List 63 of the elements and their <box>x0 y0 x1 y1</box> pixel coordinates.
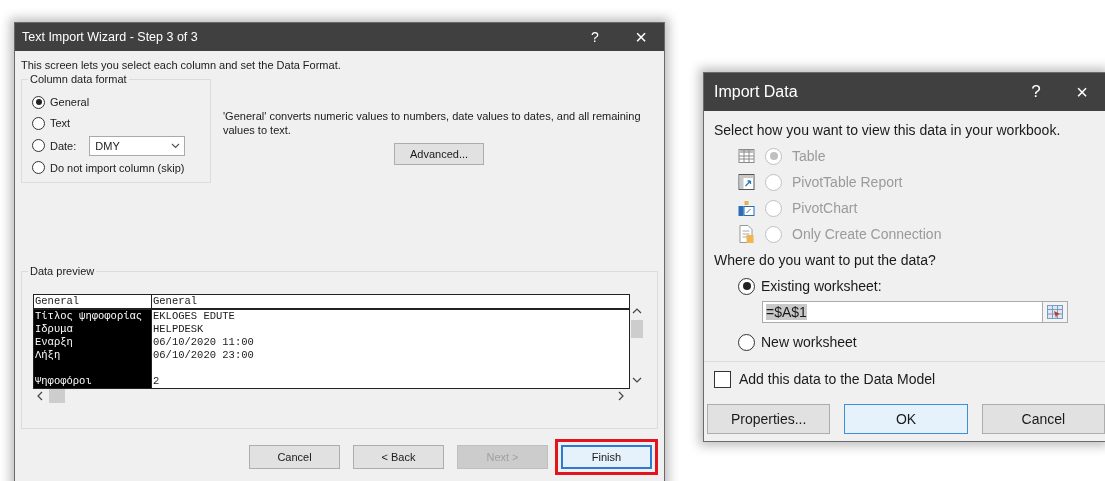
scroll-thumb[interactable] <box>631 320 643 338</box>
radio-label: PivotTable Report <box>792 174 903 190</box>
radio-label: Existing worksheet: <box>761 278 882 294</box>
dialog-button[interactable]: Cancel <box>249 445 340 469</box>
radio-label: Table <box>792 148 826 164</box>
table-icon <box>738 149 755 163</box>
radio-button[interactable] <box>738 277 755 295</box>
radio-label: New worksheet <box>761 334 857 350</box>
column-header[interactable]: General <box>34 295 152 308</box>
table-cell: Ιδρυμα <box>34 323 152 336</box>
table-cell: Λήξη <box>34 349 152 362</box>
radio-label: Date: <box>50 139 77 152</box>
table-cell-text: 06/10/2020 23:00 <box>152 349 255 362</box>
radio-button[interactable] <box>32 117 45 130</box>
checkbox-label: Add this data to the Data Model <box>739 371 936 387</box>
description-text: 'General' converts numeric values to numbers, date values to dates, and all remaining values to text. <box>223 109 642 137</box>
radio-button[interactable] <box>738 333 755 351</box>
radio-label: Do not import column (skip) <box>50 161 185 174</box>
table-cell-text: 06/10/2020 11:00 <box>152 336 255 349</box>
help-button[interactable]: ? <box>572 29 618 45</box>
dialog-button[interactable]: Properties... <box>707 404 831 434</box>
table-cell-text: 2 <box>152 374 161 388</box>
range-picker-icon <box>1047 305 1063 319</box>
dialog-button[interactable]: OK <box>844 404 968 434</box>
group-legend: Column data format <box>28 73 129 85</box>
scroll-up-icon[interactable] <box>632 308 642 314</box>
close-button[interactable]: × <box>1059 80 1105 104</box>
help-button[interactable]: ? <box>1013 82 1059 102</box>
scroll-down-icon[interactable] <box>632 377 642 383</box>
radio-label: General <box>50 96 90 109</box>
document-icon <box>738 225 755 243</box>
checkbox[interactable] <box>714 370 731 388</box>
table-cell-text: HELPDESK <box>152 323 205 336</box>
intro-text: This screen lets you select each column and set the Data Format. <box>21 59 342 71</box>
radio-button[interactable] <box>32 161 45 175</box>
column-header[interactable]: General <box>152 295 629 308</box>
date-format-dropdown[interactable]: DMY <box>89 135 186 156</box>
pivot-table-icon <box>738 174 755 190</box>
dialog-button[interactable]: Cancel <box>981 404 1105 434</box>
group-legend: Data preview <box>28 265 97 277</box>
window-title: Import Data <box>714 83 799 101</box>
radio-label: Only Create Connection <box>792 226 942 242</box>
radio-button[interactable] <box>32 139 45 153</box>
scroll-thumb[interactable] <box>49 389 65 403</box>
cell-reference-field[interactable]: =$A$1 <box>762 301 1043 323</box>
table-cell: Εναρξη <box>34 336 152 349</box>
close-button[interactable]: × <box>618 25 664 49</box>
prompt-text: Select how you want to view this data in your workbook. <box>714 121 1062 140</box>
radio-label: Text <box>50 117 71 130</box>
prompt-text: Where do you want to put the data? <box>714 251 937 270</box>
scroll-left-icon[interactable] <box>37 391 43 401</box>
table-cell-text: EKLOGES EDUTE <box>152 310 236 323</box>
scroll-right-icon[interactable] <box>618 391 624 401</box>
table-cell: Ψηφοφόροι <box>34 362 152 388</box>
dialog-button[interactable]: < Back <box>353 445 444 469</box>
window-title: Text Import Wizard - Step 3 of 3 <box>22 30 199 44</box>
advanced-button[interactable]: Advanced... <box>394 143 484 165</box>
caret-icon <box>171 142 181 149</box>
table-cell: Τίτλος ψηφοφορίας <box>34 310 152 323</box>
range-picker-button[interactable] <box>1043 301 1068 323</box>
radio-label: PivotChart <box>792 200 858 216</box>
pivot-chart-icon <box>738 200 755 216</box>
radio-button[interactable] <box>32 95 45 109</box>
